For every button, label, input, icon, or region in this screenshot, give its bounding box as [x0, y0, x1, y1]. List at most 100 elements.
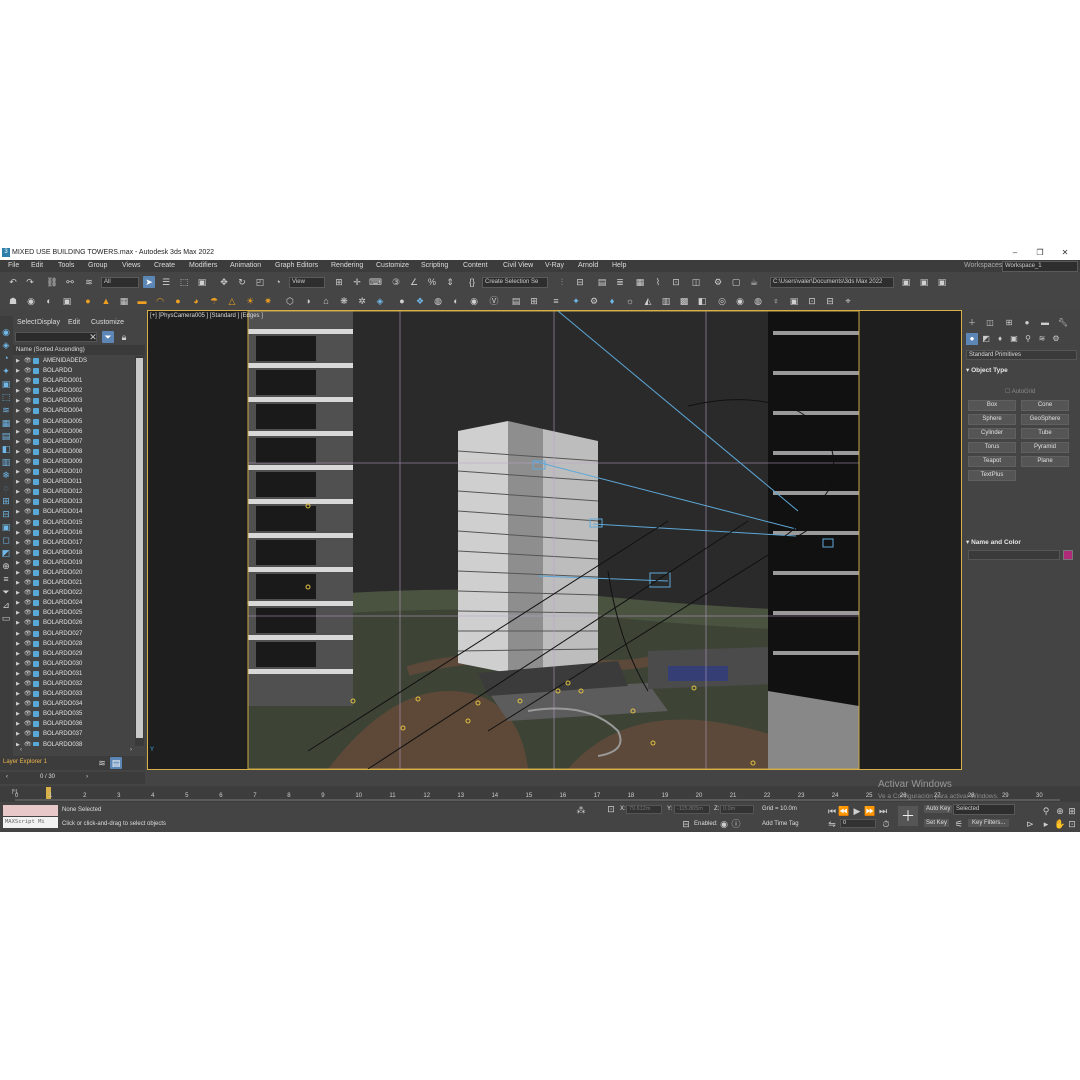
expand-arrow-icon[interactable]: ▶ [16, 598, 20, 608]
set-key-big-icon[interactable]: ＋ [898, 806, 918, 826]
expand-arrow-icon[interactable]: ▶ [16, 618, 20, 628]
percent-snap-icon[interactable]: % [426, 276, 438, 288]
pan-view-icon[interactable]: ✋ [1054, 818, 1066, 830]
select-manipulate-icon[interactable]: ✛ [351, 276, 363, 288]
visibility-eye-icon[interactable]: 👁︎ [24, 538, 32, 548]
expand-arrow-icon[interactable]: ▶ [16, 528, 20, 538]
space-warps-category-icon[interactable]: ≋ [1036, 333, 1048, 345]
expand-arrow-icon[interactable]: ▶ [16, 487, 20, 497]
expand-arrow-icon[interactable]: ▶ [16, 568, 20, 578]
selection-filter-dropdown[interactable]: All [101, 277, 139, 288]
material-sphere-icon[interactable]: ● [396, 295, 408, 307]
arnold-render-icon[interactable]: ✦ [570, 295, 582, 307]
project-info-icon[interactable]: ▣ [936, 276, 948, 288]
set-key-marker-icon[interactable]: ⊳ [1024, 818, 1036, 830]
maxscript-listener-output[interactable] [3, 805, 58, 816]
hierarchy-tab-icon[interactable]: ⊞ [1003, 317, 1015, 329]
list-item[interactable]: ▶ 👁︎ BOLARDO006 [13, 427, 135, 437]
vray-fur-icon[interactable]: ◑ [302, 295, 314, 307]
visibility-eye-icon[interactable]: 👁︎ [24, 669, 32, 679]
list-item[interactable]: ▶ 👁︎ BOLARDO017 [13, 538, 135, 548]
list-item[interactable]: ▶ 👁︎ BOLARDO036 [13, 719, 135, 729]
display-tab-icon[interactable]: ▬ [1039, 317, 1051, 329]
menu-civil-view[interactable]: Civil View [503, 262, 533, 269]
layers-icon[interactable]: ⊿ [0, 599, 12, 611]
list-item[interactable]: ▶ 👁︎ BOLARDO016 [13, 528, 135, 538]
visibility-eye-icon[interactable]: 👁︎ [24, 437, 32, 447]
name-and-color-rollout[interactable]: ▾ Name and Color [966, 538, 1077, 548]
list-item[interactable]: ▶ 👁︎ BOLARDO018 [13, 548, 135, 558]
expand-arrow-icon[interactable]: ▶ [16, 518, 20, 528]
display-bones-icon[interactable]: ◧ [0, 443, 12, 455]
expand-arrow-icon[interactable]: ▶ [16, 447, 20, 457]
expand-arrow-icon[interactable]: ▶ [16, 608, 20, 618]
list-item[interactable]: ▶ 👁︎ BOLARDO028 [13, 639, 135, 649]
list-item[interactable]: ▶ 👁︎ BOLARDO030 [13, 659, 135, 669]
select-none-icon[interactable]: ◻ [0, 534, 12, 546]
filter-toggle-icon[interactable]: ⏷ [102, 331, 114, 343]
visibility-eye-icon[interactable]: 👁︎ [24, 548, 32, 558]
lighting-analysis-icon[interactable]: ◐ [450, 295, 462, 307]
menu-create[interactable]: Create [154, 262, 175, 269]
set-key-button[interactable]: Set Key [924, 819, 950, 827]
list-item[interactable]: ▶ 👁︎ BOLARDO027 [13, 629, 135, 639]
select-object-icon[interactable]: ➤ [143, 276, 155, 288]
display-lights-icon[interactable]: ✦ [0, 365, 12, 377]
x-coordinate-field[interactable]: 79.612m [626, 805, 662, 814]
material-editor-icon[interactable]: ◫ [690, 276, 702, 288]
visibility-eye-icon[interactable]: 👁︎ [24, 568, 32, 578]
move-icon[interactable]: ✥ [218, 276, 230, 288]
y-coordinate-field[interactable]: -115.865m [674, 805, 710, 814]
list-item[interactable]: ▶ 👁︎ BOLARDO019 [13, 558, 135, 568]
mirror-icon[interactable]: ⫶ [556, 276, 568, 288]
arnold-operator-icon[interactable]: ◧ [696, 295, 708, 307]
maximize-button[interactable]: ❐ [1031, 247, 1049, 259]
expand-arrow-icon[interactable]: ▶ [16, 356, 20, 366]
zoom-viewport-icon[interactable]: ⚲ [1040, 805, 1052, 817]
perspective-viewport[interactable]: Y [+] [PhysCamera005 ] [Standard ] [Edge… [147, 310, 962, 770]
area-light-icon[interactable]: ▲ [100, 295, 112, 307]
key-filters-button[interactable]: Key Filters... [968, 819, 1010, 827]
visibility-eye-icon[interactable]: 👁︎ [24, 417, 32, 427]
list-item[interactable]: ▶ 👁︎ BOLARDO026 [13, 618, 135, 628]
spinner-snap-icon[interactable]: ⇕ [444, 276, 456, 288]
visibility-eye-icon[interactable]: 👁︎ [24, 598, 32, 608]
select-by-name-icon[interactable]: ☰ [160, 276, 172, 288]
display-containers-icon[interactable]: ▥ [0, 456, 12, 468]
link-icon[interactable]: ⛓ [46, 276, 58, 288]
visibility-eye-icon[interactable]: 👁︎ [24, 588, 32, 598]
camera-icon[interactable]: ▣ [61, 295, 73, 307]
expand-arrow-icon[interactable]: ▶ [16, 588, 20, 598]
expand-arrow-icon[interactable]: ▶ [16, 366, 20, 376]
list-item[interactable]: ▶ 👁︎ BOLARDO011 [13, 477, 135, 487]
frame-buffer-icon[interactable]: ▤ [510, 295, 522, 307]
arnold-bulb-icon[interactable]: ♀ [770, 295, 782, 307]
cone-button[interactable]: Cone [1021, 400, 1069, 411]
vray-plane-icon[interactable]: ⌂ [320, 295, 332, 307]
menu-rendering[interactable]: Rendering [331, 262, 363, 269]
visibility-eye-icon[interactable]: 👁︎ [24, 699, 32, 709]
visibility-eye-icon[interactable]: 👁︎ [24, 709, 32, 719]
maximize-viewport-icon[interactable]: ⊡ [1066, 818, 1078, 830]
plane-button[interactable]: Plane [1021, 456, 1069, 467]
visibility-eye-icon[interactable]: 👁︎ [24, 518, 32, 528]
arnold-shader-icon[interactable]: ◉ [734, 295, 746, 307]
vray-volume-icon[interactable]: ◈ [374, 295, 386, 307]
expand-arrow-icon[interactable]: ▶ [16, 729, 20, 739]
arnold-license-icon[interactable]: ⊡ [806, 295, 818, 307]
arnold-mesh-light-icon[interactable]: ▥ [660, 295, 672, 307]
visibility-eye-icon[interactable]: 👁︎ [24, 719, 32, 729]
list-item[interactable]: ▶ 👁︎ BOLARDO024 [13, 598, 135, 608]
expand-arrow-icon[interactable]: ▶ [16, 477, 20, 487]
visibility-eye-icon[interactable]: 👁︎ [24, 376, 32, 386]
toggle-ribbon-icon[interactable]: ▦ [634, 276, 646, 288]
lock-icon[interactable]: ⊕ [0, 560, 12, 572]
close-button[interactable]: ✕ [1056, 247, 1074, 259]
filter-icon[interactable]: ⏷ [0, 586, 12, 598]
list-item[interactable]: ▶ 👁︎ BOLARDO031 [13, 669, 135, 679]
menu-scripting[interactable]: Scripting [421, 262, 448, 269]
primitive-category-dropdown[interactable]: Standard Primitives [966, 350, 1077, 360]
visibility-eye-icon[interactable]: 👁︎ [24, 497, 32, 507]
frame-prev-arrow[interactable]: ‹ [6, 774, 8, 780]
teapot-button[interactable]: Teapot [968, 456, 1016, 467]
